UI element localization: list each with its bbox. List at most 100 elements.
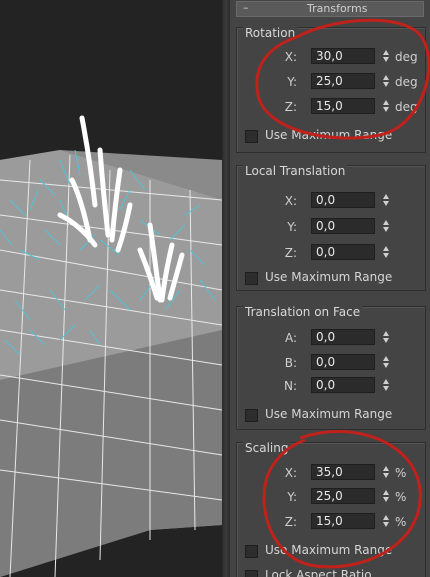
lock-aspect-ratio-label: Lock Aspect Ratio — [265, 568, 372, 577]
transforms-rollout-header[interactable]: – Transforms — [236, 1, 424, 17]
rotation-y-label: Y: — [287, 75, 297, 89]
spinner-down-icon[interactable] — [383, 338, 389, 343]
spinner-up-icon[interactable] — [383, 331, 389, 336]
scaling-x-label: X: — [284, 466, 297, 480]
spinner-up-icon[interactable] — [383, 246, 389, 251]
spinner-up-icon[interactable] — [383, 220, 389, 225]
rotation-y-row: Y: 25,0 deg — [237, 72, 425, 92]
face-max-range-label: Use Maximum Range — [265, 407, 393, 421]
spinner-up-icon[interactable] — [383, 515, 389, 520]
face-a-spinner[interactable] — [381, 329, 391, 347]
local-translation-group: Local Translation X: 0,0 Y: 0,0 Z: 0,0 U… — [236, 164, 426, 291]
face-b-spinner[interactable] — [381, 354, 391, 372]
face-a-input[interactable]: 0,0 — [311, 329, 375, 345]
translation-on-face-title: Translation on Face — [243, 305, 363, 319]
rotation-z-label: Z: — [284, 100, 297, 114]
face-b-label: B: — [284, 356, 297, 370]
scaling-z-label: Z: — [284, 515, 297, 529]
local-max-range-label: Use Maximum Range — [265, 270, 393, 284]
local-translation-title: Local Translation — [243, 164, 348, 178]
scaling-x-input[interactable]: 35,0 — [311, 464, 375, 480]
rotation-y-unit: deg — [395, 75, 418, 89]
checkbox-box[interactable] — [245, 570, 258, 577]
face-a-label: A: — [284, 331, 297, 345]
scaling-group: Scaling X: 35,0 % Y: 25,0 % Z: 15,0 % Us… — [236, 441, 426, 577]
panel-splitter[interactable] — [222, 0, 230, 577]
face-max-range-checkbox[interactable]: Use Maximum Range — [245, 407, 425, 423]
viewport-scene — [0, 0, 222, 577]
spinner-up-icon[interactable] — [383, 490, 389, 495]
local-y-spinner[interactable] — [381, 218, 391, 236]
rotation-x-spinner[interactable] — [381, 48, 391, 66]
spinner-down-icon[interactable] — [383, 386, 389, 391]
local-x-row: X: 0,0 — [237, 191, 425, 211]
rotation-y-spinner[interactable] — [381, 73, 391, 91]
transforms-panel: – Transforms Rotation X: 30,0 deg Y: 25,… — [230, 0, 430, 577]
face-n-spinner[interactable] — [381, 377, 391, 395]
scaling-y-spinner[interactable] — [381, 488, 391, 506]
scaling-x-unit: % — [395, 466, 407, 480]
checkbox-box[interactable] — [245, 130, 258, 143]
face-n-row: N: 0,0 — [237, 376, 425, 396]
rotation-max-range-checkbox[interactable]: Use Maximum Range — [245, 128, 425, 144]
rotation-x-unit: deg — [395, 50, 418, 64]
checkbox-box[interactable] — [245, 409, 258, 422]
spinner-down-icon[interactable] — [383, 522, 389, 527]
spinner-down-icon[interactable] — [383, 253, 389, 258]
spinner-down-icon[interactable] — [383, 473, 389, 478]
spinner-down-icon[interactable] — [383, 201, 389, 206]
viewport-3d[interactable] — [0, 0, 222, 577]
rotation-group: Rotation X: 30,0 deg Y: 25,0 deg Z: 15,0… — [236, 26, 426, 153]
face-b-input[interactable]: 0,0 — [311, 354, 375, 370]
scaling-x-spinner[interactable] — [381, 464, 391, 482]
spinner-up-icon[interactable] — [383, 379, 389, 384]
spinner-up-icon[interactable] — [383, 50, 389, 55]
face-n-input[interactable]: 0,0 — [311, 377, 375, 393]
scaling-z-spinner[interactable] — [381, 513, 391, 531]
translation-on-face-group: Translation on Face A: 0,0 B: 0,0 N: 0,0… — [236, 305, 426, 430]
spinner-down-icon[interactable] — [383, 497, 389, 502]
rotation-x-row: X: 30,0 deg — [237, 47, 425, 67]
scaling-x-row: X: 35,0 % — [237, 463, 425, 483]
local-x-spinner[interactable] — [381, 192, 391, 210]
local-z-input[interactable]: 0,0 — [311, 244, 375, 260]
rotation-max-range-label: Use Maximum Range — [265, 128, 393, 142]
scaling-z-row: Z: 15,0 % — [237, 512, 425, 532]
rotation-z-unit: deg — [395, 100, 418, 114]
spinner-down-icon[interactable] — [383, 363, 389, 368]
local-y-input[interactable]: 0,0 — [311, 218, 375, 234]
spinner-up-icon[interactable] — [383, 100, 389, 105]
face-a-row: A: 0,0 — [237, 328, 425, 348]
scaling-max-range-checkbox[interactable]: Use Maximum Range — [245, 543, 425, 559]
scaling-z-input[interactable]: 15,0 — [311, 513, 375, 529]
spinner-up-icon[interactable] — [383, 466, 389, 471]
local-max-range-checkbox[interactable]: Use Maximum Range — [245, 270, 425, 286]
rotation-y-input[interactable]: 25,0 — [311, 73, 375, 89]
scaling-y-unit: % — [395, 490, 407, 504]
spinner-down-icon[interactable] — [383, 82, 389, 87]
scaling-y-input[interactable]: 25,0 — [311, 488, 375, 504]
lock-aspect-ratio-checkbox[interactable]: Lock Aspect Ratio — [245, 568, 425, 577]
rollout-title: Transforms — [307, 2, 368, 15]
scaling-max-range-label: Use Maximum Range — [265, 543, 393, 557]
spinner-up-icon[interactable] — [383, 194, 389, 199]
rotation-z-input[interactable]: 15,0 — [311, 98, 375, 114]
local-z-label: Z: — [284, 246, 297, 260]
spinner-down-icon[interactable] — [383, 227, 389, 232]
rotation-x-input[interactable]: 30,0 — [311, 48, 375, 64]
spinner-up-icon[interactable] — [383, 356, 389, 361]
scaling-y-label: Y: — [287, 490, 297, 504]
scaling-title: Scaling — [243, 441, 291, 455]
face-b-row: B: 0,0 — [237, 353, 425, 373]
local-z-spinner[interactable] — [381, 244, 391, 262]
rotation-z-spinner[interactable] — [381, 98, 391, 116]
local-x-input[interactable]: 0,0 — [311, 192, 375, 208]
spinner-down-icon[interactable] — [383, 107, 389, 112]
spinner-down-icon[interactable] — [383, 57, 389, 62]
checkbox-box[interactable] — [245, 272, 258, 285]
collapse-toggle[interactable]: – — [243, 1, 249, 14]
scaling-z-unit: % — [395, 515, 407, 529]
local-y-label: Y: — [287, 220, 297, 234]
checkbox-box[interactable] — [245, 545, 258, 558]
spinner-up-icon[interactable] — [383, 75, 389, 80]
